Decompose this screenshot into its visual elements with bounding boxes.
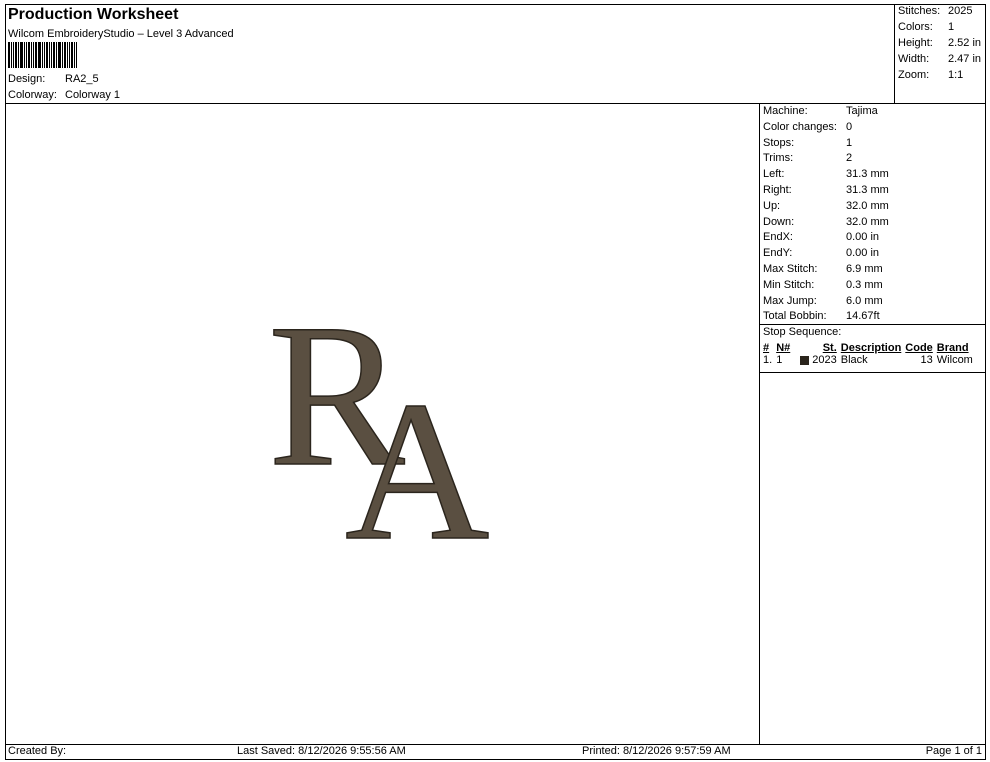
barcode-bar: [31, 42, 32, 68]
machine-info-value: 1: [846, 136, 853, 149]
machine-info-value: 0: [846, 120, 853, 133]
printed-date: Printed: 8/12/2026 9:57:59 AM: [582, 745, 731, 757]
page-number: Page 1 of 1: [925, 745, 982, 757]
stop-sequence-title: Stop Sequence:: [763, 326, 842, 338]
summary-label: Colors:: [898, 21, 933, 33]
stop-sequence-table: # N# St. Description Code Brand 1. 1 2023…: [761, 342, 975, 366]
col-num-header: #: [763, 342, 770, 354]
col-st-header: St.: [822, 342, 837, 354]
col-n-header: N#: [776, 342, 791, 354]
summary-label: Stitches:: [898, 5, 941, 17]
col-brand-header: Brand: [936, 342, 969, 354]
machine-info-label: Left:: [763, 168, 785, 181]
divider: [759, 324, 986, 325]
barcode-bar: [35, 42, 37, 68]
barcode-bar: [67, 42, 68, 68]
machine-info-label: Right:: [763, 184, 792, 196]
machine-info-label: Up:: [763, 199, 781, 212]
letter-a: A: [345, 361, 489, 560]
machine-info-label: Down:: [763, 215, 795, 228]
machine-info-label: Max Jump:: [763, 294, 817, 307]
col-code-header: Code: [905, 342, 933, 354]
machine-info-label: Machine:: [763, 105, 808, 117]
col-description-header: Description: [840, 342, 902, 354]
barcode-bar: [18, 42, 19, 68]
summary-label: Height:: [898, 37, 933, 49]
machine-info-value: Tajima: [846, 105, 878, 117]
stop-n: 1: [776, 354, 783, 366]
barcode-bar: [26, 42, 27, 68]
barcode-bar: [49, 42, 50, 68]
barcode-bar: [44, 42, 45, 68]
summary-value: 1: [948, 21, 955, 33]
machine-info-label: Max Stitch:: [763, 263, 818, 275]
page-title: Production Worksheet: [8, 6, 179, 23]
software-name: Wilcom EmbroideryStudio – Level 3 Advanc…: [8, 28, 234, 40]
summary-label: Width:: [898, 53, 930, 65]
barcode-icon: [8, 42, 96, 68]
barcode-bar: [56, 42, 57, 68]
machine-info-value: 31.3 mm: [846, 184, 889, 196]
barcode-bar: [64, 42, 66, 68]
barcode-bar: [28, 42, 30, 68]
machine-info-value: 14.67ft: [846, 310, 880, 323]
stop-code: 13: [920, 354, 933, 366]
stop-num: 1.: [763, 354, 773, 366]
design-label: Design:: [8, 73, 46, 85]
machine-info-value: 6.9 mm: [846, 263, 883, 275]
machine-info-label: Trims:: [763, 152, 794, 165]
machine-info-value: 32.0 mm: [846, 199, 889, 212]
table-row: 1. 1 2023 Black 13 Wilcom: [761, 354, 975, 366]
stop-brand: Wilcom: [936, 354, 973, 366]
barcode-bar: [71, 42, 73, 68]
barcode-bar: [62, 42, 63, 68]
barcode-bar: [69, 42, 70, 68]
barcode-bar: [11, 42, 12, 68]
machine-info-label: Min Stitch:: [763, 278, 815, 291]
machine-info-value: 2: [846, 152, 853, 165]
barcode-bar: [38, 42, 41, 68]
colorway-label: Colorway:: [8, 89, 57, 101]
barcode-bar: [76, 42, 77, 68]
machine-info-value: 31.3 mm: [846, 168, 889, 181]
stop-stitches: 2023: [798, 354, 839, 366]
summary-value: 1:1: [948, 69, 964, 81]
machine-info-label: Color changes:: [763, 120, 837, 133]
barcode-bar: [20, 42, 23, 68]
created-by: Created By:: [8, 745, 67, 757]
machine-info-label: EndY:: [763, 247, 793, 260]
barcode-bar: [42, 42, 43, 68]
divider: [759, 372, 986, 373]
barcode-bar: [74, 42, 75, 68]
colorway-value: Colorway 1: [65, 89, 121, 101]
barcode-bar: [8, 42, 10, 68]
machine-info-label: EndX:: [763, 231, 793, 244]
machine-info-label: Total Bobbin:: [763, 310, 827, 323]
color-swatch-icon: [800, 355, 810, 365]
summary-label: Zoom:: [898, 69, 930, 81]
machine-info-value: 0.3 mm: [846, 278, 883, 291]
barcode-bar: [24, 42, 25, 68]
summary-value: 2.52 in: [948, 37, 982, 49]
design-preview: RA: [267, 290, 490, 560]
barcode-bar: [58, 42, 61, 68]
machine-info-label: Stops:: [763, 136, 795, 149]
summary-value: 2.47 in: [948, 53, 982, 65]
barcode-bar: [15, 42, 17, 68]
summary-value: 2025: [948, 5, 973, 17]
machine-info-value: 0.00 in: [846, 231, 880, 244]
last-saved: Last Saved: 8/12/2026 9:55:56 AM: [237, 745, 406, 757]
barcode-bar: [33, 42, 34, 68]
machine-info-value: 32.0 mm: [846, 215, 889, 228]
barcode-bar: [53, 42, 55, 68]
barcode-bar: [51, 42, 52, 68]
machine-info-value: 0.00 in: [846, 247, 880, 260]
machine-info-value: 6.0 mm: [846, 294, 883, 307]
footer-bar: [5, 744, 986, 760]
barcode-bar: [46, 42, 48, 68]
stop-description: Black: [840, 354, 868, 366]
design-value: RA2_5: [65, 73, 99, 85]
barcode-bar: [13, 42, 14, 68]
